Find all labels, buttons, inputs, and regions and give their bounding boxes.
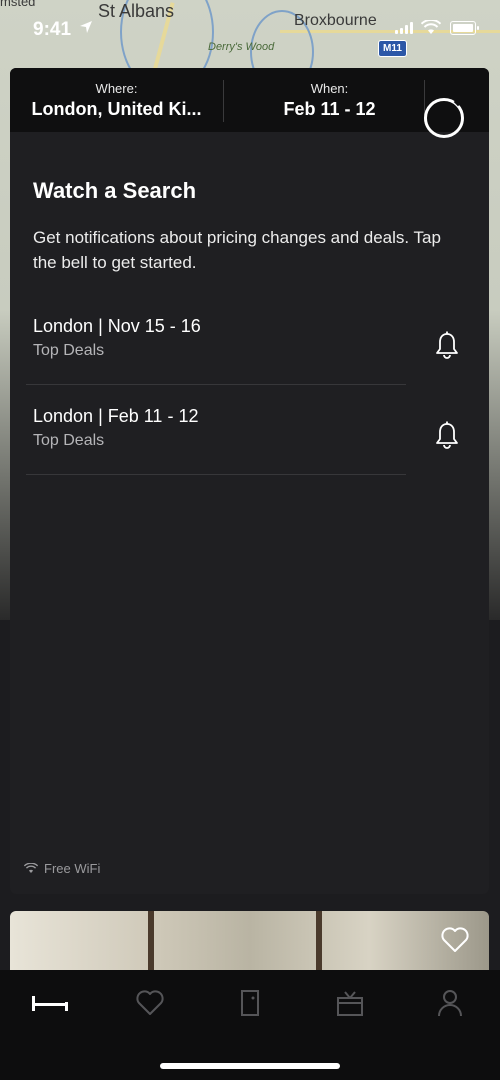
- watched-search-title: London | Feb 11 - 12: [33, 406, 199, 426]
- when-value: Feb 11 - 12: [283, 99, 376, 119]
- watch-search-panel: Where: London, United Ki... When: Feb 11…: [10, 68, 489, 894]
- door-icon: [241, 990, 259, 1016]
- where-value: London, United Ki...: [31, 99, 202, 119]
- status-time: 9:41: [33, 19, 72, 40]
- search-header: Where: London, United Ki... When: Feb 11…: [10, 68, 489, 132]
- bell-icon[interactable]: [432, 420, 462, 450]
- watched-search-item[interactable]: London | Feb 11 - 12 Top Deals: [26, 384, 406, 475]
- location-arrow-icon: [80, 21, 92, 33]
- watch-search-description: Get notifications about pricing changes …: [33, 228, 441, 272]
- where-label: Where:: [95, 81, 138, 96]
- person-icon: [438, 990, 462, 1017]
- bell-icon[interactable]: [432, 330, 462, 360]
- tab-deals[interactable]: [330, 988, 370, 1018]
- gift-icon: [337, 991, 363, 1016]
- watched-search-title: London | Nov 15 - 16: [33, 316, 201, 336]
- status-bar: 9:41: [0, 0, 500, 60]
- tab-favorites[interactable]: [130, 988, 170, 1018]
- tab-hotels[interactable]: [30, 988, 70, 1018]
- watch-search-toggle[interactable]: [424, 98, 464, 138]
- bed-post: [148, 911, 154, 971]
- bed-icon: [32, 996, 68, 1011]
- amenity-label: Free WiFi: [44, 861, 101, 876]
- watched-search-subtitle: Top Deals: [33, 432, 105, 449]
- amenity-row: Free WiFi: [24, 861, 100, 876]
- battery-icon: [450, 21, 479, 35]
- hotel-card[interactable]: [10, 911, 489, 971]
- watch-search-title: Watch a Search: [33, 178, 197, 203]
- when-field[interactable]: When: Feb 11 - 12: [223, 80, 436, 120]
- wifi-icon: [421, 20, 441, 34]
- tab-bookings[interactable]: [230, 988, 270, 1018]
- tab-account[interactable]: [430, 988, 470, 1018]
- home-indicator[interactable]: [160, 1063, 340, 1069]
- when-label: When:: [310, 81, 349, 96]
- favorite-heart-icon[interactable]: [441, 927, 469, 953]
- watched-search-subtitle: Top Deals: [33, 342, 105, 359]
- cellular-signal-icon: [395, 22, 413, 34]
- where-field[interactable]: Where: London, United Ki...: [10, 80, 223, 120]
- watched-search-item[interactable]: London | Nov 15 - 16 Top Deals: [26, 294, 406, 385]
- heart-icon: [136, 990, 164, 1015]
- bed-post: [316, 911, 322, 971]
- wifi-icon: [24, 863, 38, 874]
